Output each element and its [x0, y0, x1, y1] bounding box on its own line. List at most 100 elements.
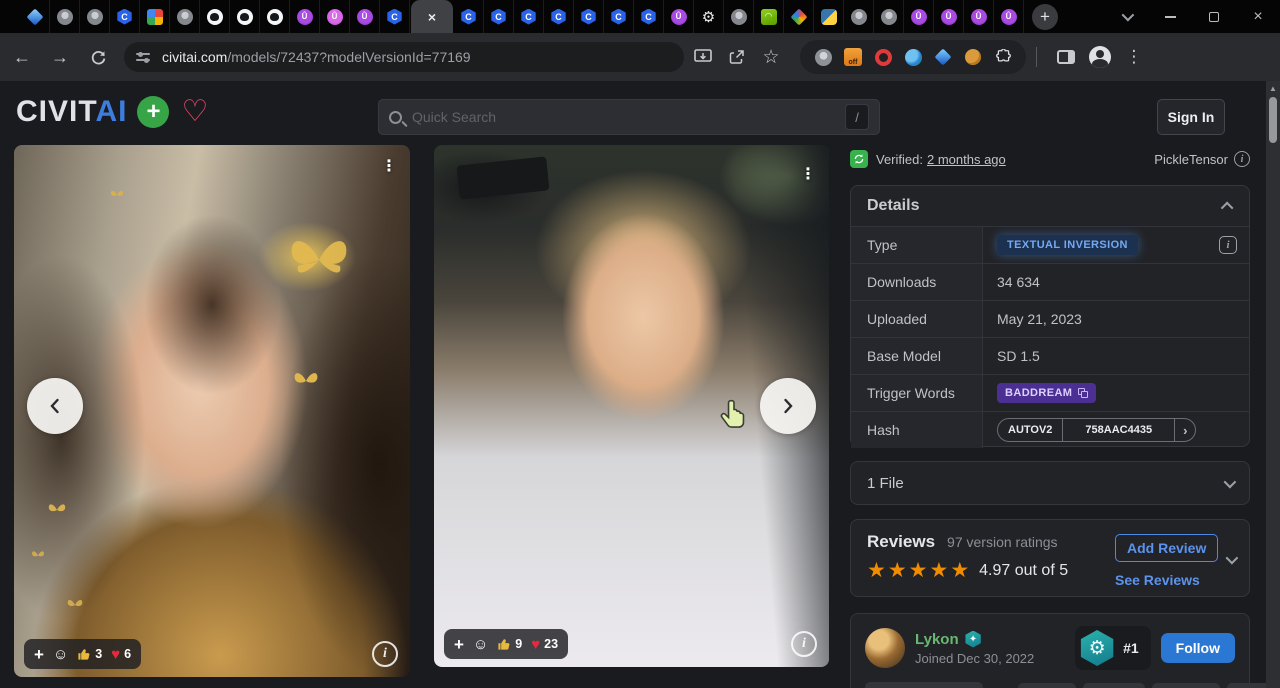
chevron-down-icon[interactable]	[1226, 551, 1239, 564]
hash-value[interactable]: 758AAC4435	[1062, 419, 1174, 441]
side-panel-icon[interactable]	[1051, 42, 1081, 72]
civitai-logo[interactable]: CIVITAI + ♡	[16, 95, 208, 129]
u-purple-tab[interactable]	[350, 0, 380, 33]
search-input[interactable]	[412, 109, 845, 125]
see-reviews-link[interactable]: See Reviews	[1115, 572, 1200, 588]
u-purple-favicon	[1001, 9, 1017, 25]
grid-tab[interactable]	[140, 0, 170, 33]
type-badge[interactable]: TEXTUAL INVERSION	[997, 235, 1138, 255]
heart-count[interactable]: ♥ 6	[111, 647, 131, 662]
forward-button[interactable]: →	[44, 41, 76, 73]
close-window-button[interactable]: ×	[1236, 0, 1280, 33]
civitai-tab[interactable]	[110, 0, 140, 33]
diamond-multi-tab[interactable]	[784, 0, 814, 33]
carousel-prev-button[interactable]	[27, 378, 83, 434]
active-tab[interactable]: ×	[411, 0, 453, 33]
sign-in-button[interactable]: Sign In	[1157, 99, 1225, 135]
nvidia-tab[interactable]	[754, 0, 784, 33]
hash-expand-chevron[interactable]: ›	[1174, 419, 1195, 441]
add-reaction-button[interactable]: +	[454, 636, 464, 653]
civitai-tab[interactable]	[484, 0, 514, 33]
earth-extension-icon[interactable]	[898, 42, 928, 72]
site-settings-icon[interactable]	[136, 49, 152, 65]
image-info-button[interactable]: i	[372, 641, 398, 667]
type-info-icon[interactable]: i	[1219, 236, 1237, 254]
url-bar[interactable]: civitai.com/models/72437?modelVersionId=…	[124, 42, 684, 72]
add-review-button[interactable]: Add Review	[1115, 534, 1218, 562]
github-tab[interactable]	[200, 0, 230, 33]
globe-tab[interactable]	[844, 0, 874, 33]
maximize-button[interactable]	[1192, 0, 1236, 33]
u-purple-tab[interactable]	[994, 0, 1024, 33]
github-tab[interactable]	[230, 0, 260, 33]
profile-avatar-icon[interactable]	[1085, 42, 1115, 72]
civitai-tab[interactable]	[604, 0, 634, 33]
smiley-reaction-icon[interactable]: ☺	[53, 647, 68, 662]
search-bar[interactable]: /	[378, 99, 880, 135]
install-app-icon[interactable]	[688, 42, 718, 72]
civitai-tab[interactable]	[380, 0, 410, 33]
hash-pill[interactable]: AUTOV2 758AAC4435 ›	[997, 418, 1196, 442]
image-menu-dots-icon[interactable]: ⋮	[378, 153, 400, 179]
thumbs-up-count[interactable]: 3	[77, 647, 102, 661]
u-purple-tab[interactable]	[290, 0, 320, 33]
menu-dots-icon[interactable]: ⋮	[1119, 42, 1149, 72]
civitai-tab[interactable]	[514, 0, 544, 33]
tab-search-icon[interactable]	[1104, 0, 1148, 33]
diamond-extension-icon[interactable]	[928, 42, 958, 72]
extensions-puzzle-icon[interactable]	[988, 42, 1018, 72]
reload-button[interactable]	[82, 41, 114, 73]
details-header[interactable]: Details	[851, 186, 1249, 226]
u-purple-tab[interactable]	[964, 0, 994, 33]
favorites-heart-icon[interactable]: ♡	[181, 97, 208, 127]
gear-tab[interactable]	[694, 0, 724, 33]
opera-extension-icon[interactable]	[868, 42, 898, 72]
civitai-tab[interactable]	[454, 0, 484, 33]
u-purple-tab[interactable]	[934, 0, 964, 33]
page-scrollbar[interactable]: ▲	[1266, 81, 1280, 688]
cookie-extension-icon[interactable]	[958, 42, 988, 72]
bookmark-star-icon[interactable]: ☆	[756, 42, 786, 72]
back-button[interactable]: ←	[6, 41, 38, 73]
url-text[interactable]: civitai.com/models/72437?modelVersionId=…	[162, 49, 471, 65]
civitai-tab[interactable]	[544, 0, 574, 33]
u-magenta-tab[interactable]	[320, 0, 350, 33]
scrollbar-thumb[interactable]	[1269, 97, 1277, 143]
globe-tab[interactable]	[80, 0, 110, 33]
civitai-tab[interactable]	[574, 0, 604, 33]
carousel-next-button[interactable]	[760, 378, 816, 434]
verified-time-link[interactable]: 2 months ago	[927, 152, 1006, 167]
add-reaction-button[interactable]: +	[34, 646, 44, 663]
tab-close-icon[interactable]: ×	[428, 10, 436, 24]
copy-icon[interactable]	[1078, 388, 1088, 398]
creator-name-link[interactable]: Lykon	[915, 631, 959, 648]
globe-extension-icon[interactable]	[808, 42, 838, 72]
scroll-up-arrow[interactable]: ▲	[1266, 84, 1280, 93]
civitai-tab[interactable]	[634, 0, 664, 33]
image-menu-dots-icon[interactable]: ⋮	[797, 161, 819, 187]
diamond-blue-tab[interactable]	[20, 0, 50, 33]
browser-toolbar: ← → civitai.com/models/72437?modelVersio…	[0, 33, 1280, 81]
minimize-button[interactable]	[1148, 0, 1192, 33]
globe-tab[interactable]	[724, 0, 754, 33]
create-plus-button[interactable]: +	[137, 96, 169, 128]
creator-avatar[interactable]	[865, 628, 905, 668]
python-tab[interactable]	[814, 0, 844, 33]
globe-tab[interactable]	[50, 0, 80, 33]
image-info-button[interactable]: i	[791, 631, 817, 657]
trigger-word-badge[interactable]: BADDREAM	[997, 383, 1096, 403]
globe-tab[interactable]	[874, 0, 904, 33]
new-tab-button[interactable]: +	[1032, 4, 1058, 30]
github-tab[interactable]	[260, 0, 290, 33]
globe-tab[interactable]	[170, 0, 200, 33]
u-purple-tab[interactable]	[904, 0, 934, 33]
thumbs-up-count[interactable]: 9	[497, 637, 522, 651]
files-card[interactable]: 1 File	[850, 461, 1250, 505]
share-icon[interactable]	[722, 42, 752, 72]
heart-count[interactable]: ♥ 23	[531, 637, 558, 652]
smiley-reaction-icon[interactable]: ☺	[473, 637, 488, 652]
off-extension-icon[interactable]: off	[838, 42, 868, 72]
u-purple-tab[interactable]	[664, 0, 694, 33]
file-format-info-icon[interactable]: i	[1234, 151, 1250, 167]
follow-button[interactable]: Follow	[1161, 633, 1235, 663]
